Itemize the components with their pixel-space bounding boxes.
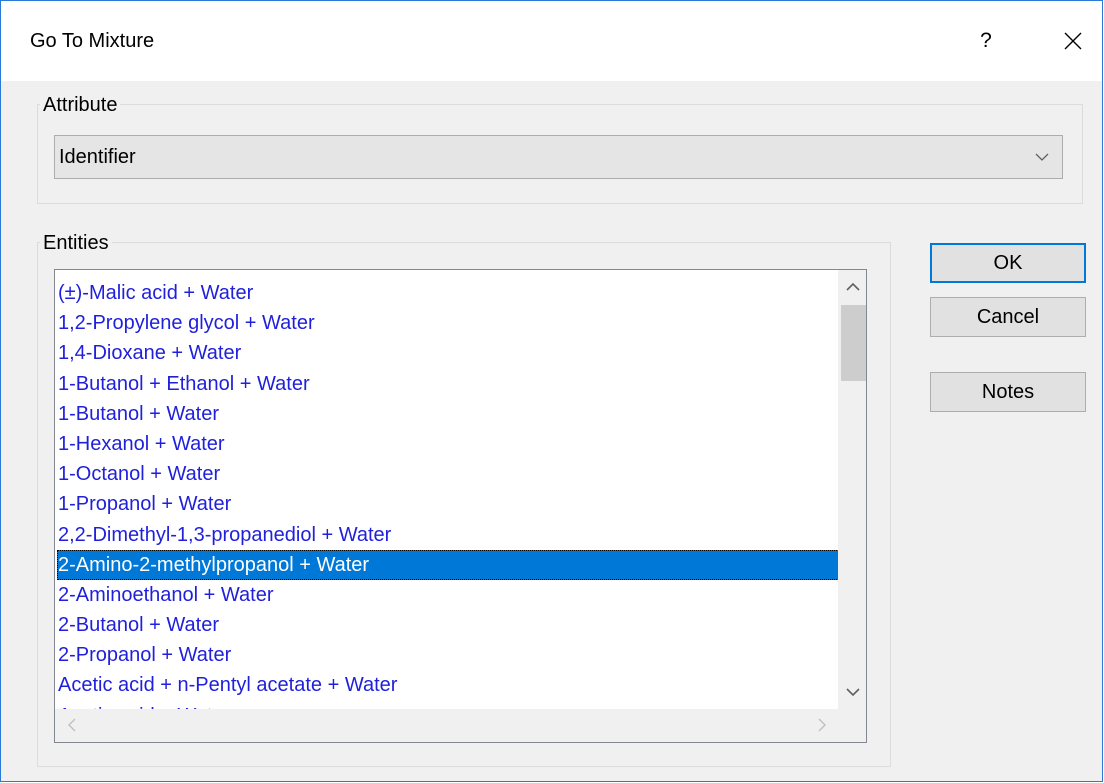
list-item[interactable]: 1-Butanol + Ethanol + Water: [57, 369, 839, 399]
entities-listbox[interactable]: (±)-Malic acid + Water 1,2-Propylene glyc…: [54, 269, 867, 743]
list-item[interactable]: 2-Propanol + Water: [57, 640, 839, 670]
entities-list: (±)-Malic acid + Water 1,2-Propylene glyc…: [57, 278, 839, 731]
list-item[interactable]: 2-Amino-2-methylpropanol + Water: [57, 549, 839, 580]
scrollbar-corner: [838, 709, 866, 742]
vertical-scrollbar[interactable]: [838, 270, 866, 709]
go-to-mixture-dialog: Go To Mixture ? Attribute Identifier Ent…: [0, 0, 1103, 782]
vertical-scroll-thumb[interactable]: [841, 305, 866, 381]
scroll-left-arrow-icon: [67, 718, 75, 732]
attribute-group-label: Attribute: [40, 94, 121, 117]
list-item[interactable]: (±)-Malic acid + Water: [57, 278, 839, 308]
scroll-down-arrow-icon: [845, 688, 860, 697]
list-item[interactable]: 1-Hexanol + Water: [57, 429, 839, 459]
title-bar: Go To Mixture ?: [1, 1, 1102, 81]
scroll-up-button[interactable]: [838, 273, 866, 301]
cancel-button[interactable]: Cancel: [930, 297, 1086, 337]
list-item[interactable]: 2-Butanol + Water: [57, 610, 839, 640]
help-button[interactable]: ?: [963, 15, 1009, 67]
close-icon: [1064, 32, 1082, 50]
attribute-dropdown-value: Identifier: [59, 146, 136, 168]
chevron-down-icon: [1035, 153, 1049, 161]
list-item[interactable]: 1,2-Propylene glycol + Water: [57, 308, 839, 338]
entities-group-label: Entities: [40, 232, 112, 255]
scroll-down-button[interactable]: [838, 678, 866, 706]
dialog-title: Go To Mixture: [30, 30, 155, 52]
scroll-left-button[interactable]: [57, 711, 86, 739]
list-item[interactable]: 1-Octanol + Water: [57, 459, 839, 489]
scroll-up-arrow-icon: [845, 282, 860, 291]
scroll-right-arrow-icon: [818, 718, 826, 732]
close-button[interactable]: [1049, 15, 1097, 67]
horizontal-scrollbar[interactable]: [55, 709, 838, 742]
list-item[interactable]: 2,2-Dimethyl-1,3-propanediol + Water: [57, 520, 839, 550]
list-item[interactable]: 1,4-Dioxane + Water: [57, 338, 839, 368]
list-item[interactable]: 1-Butanol + Water: [57, 399, 839, 429]
list-item[interactable]: 1-Propanol + Water: [57, 489, 839, 519]
attribute-dropdown[interactable]: Identifier: [54, 135, 1063, 179]
notes-button[interactable]: Notes: [930, 372, 1086, 412]
list-item[interactable]: Acetic acid + n-Pentyl acetate + Water: [57, 670, 839, 700]
ok-button[interactable]: OK: [930, 243, 1086, 283]
list-item[interactable]: 2-Aminoethanol + Water: [57, 580, 839, 610]
scroll-right-button[interactable]: [807, 711, 836, 739]
